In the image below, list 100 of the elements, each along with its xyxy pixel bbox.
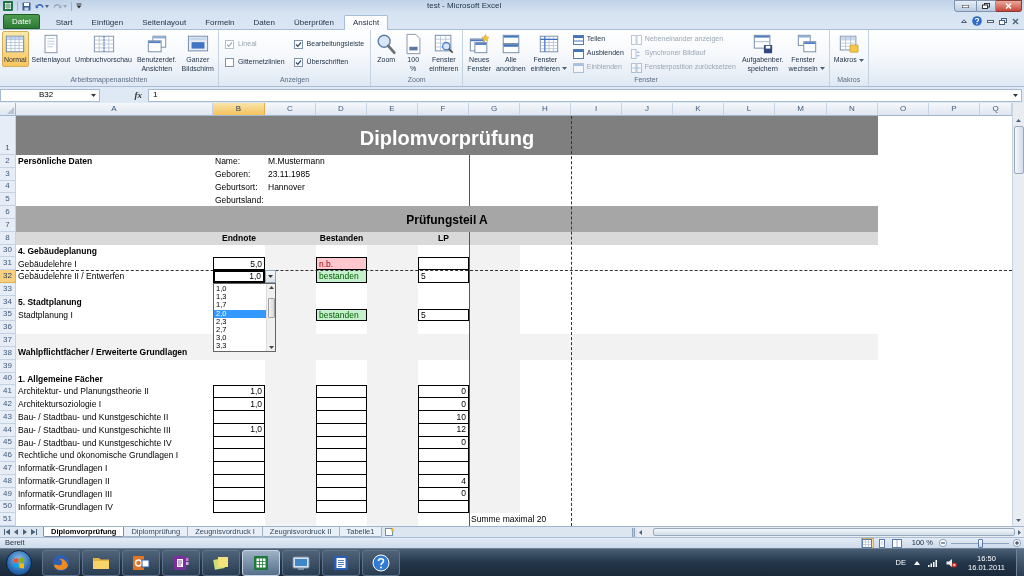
taskbar-button[interactable] bbox=[42, 549, 80, 576]
result-field[interactable] bbox=[316, 385, 367, 399]
caret-down-icon[interactable] bbox=[45, 4, 49, 8]
help-icon[interactable] bbox=[972, 16, 982, 26]
column-header[interactable]: E bbox=[367, 103, 418, 115]
ribbon-tab[interactable]: Daten bbox=[244, 15, 284, 30]
column-header[interactable]: G bbox=[469, 103, 520, 115]
restore-button[interactable] bbox=[977, 0, 996, 12]
points-field[interactable]: 10 bbox=[418, 410, 469, 424]
row-header[interactable]: 51 bbox=[0, 513, 16, 526]
file-tab[interactable]: Datei bbox=[3, 14, 40, 29]
column-header[interactable]: O bbox=[878, 103, 929, 115]
minimize-icon[interactable] bbox=[987, 19, 994, 23]
dropdown-button[interactable] bbox=[265, 270, 276, 283]
points-field[interactable]: 0 bbox=[418, 385, 469, 399]
column-header[interactable]: M bbox=[775, 103, 827, 115]
scroll-thumb[interactable] bbox=[653, 528, 1015, 536]
points-field[interactable] bbox=[418, 500, 469, 514]
points-field[interactable] bbox=[418, 449, 469, 463]
ribbon-tab[interactable]: Einfügen bbox=[82, 15, 133, 30]
column-header[interactable]: L bbox=[724, 103, 775, 115]
result-field[interactable]: bestanden bbox=[316, 308, 367, 322]
signal-bars-icon[interactable] bbox=[928, 558, 938, 567]
taskbar-button[interactable] bbox=[162, 549, 200, 576]
points-field[interactable]: 0 bbox=[418, 487, 469, 501]
points-field[interactable]: 4 bbox=[418, 474, 469, 488]
row-header[interactable]: 47 bbox=[0, 462, 16, 475]
grade-field[interactable]: 5,0 bbox=[213, 257, 265, 271]
taskbar-button[interactable] bbox=[362, 549, 400, 576]
result-field[interactable]: bestanden bbox=[316, 270, 367, 283]
row-header[interactable]: 32 bbox=[0, 270, 16, 283]
points-field[interactable] bbox=[418, 462, 469, 475]
row-header[interactable]: 41 bbox=[0, 385, 16, 399]
grade-field[interactable]: 1,0 bbox=[213, 385, 265, 399]
horizontal-scrollbar[interactable] bbox=[637, 527, 1023, 537]
column-header[interactable]: C bbox=[265, 103, 316, 115]
column-header[interactable]: N bbox=[827, 103, 878, 115]
result-field[interactable]: n.b. bbox=[316, 257, 367, 271]
grade-field[interactable]: 1,0 bbox=[213, 270, 265, 283]
row-header[interactable]: 2 bbox=[0, 155, 16, 168]
row-header[interactable]: 42 bbox=[0, 398, 16, 411]
ribbon-tab[interactable]: Formeln bbox=[196, 15, 244, 30]
new-sheet-icon[interactable] bbox=[385, 527, 396, 536]
undo-icon[interactable] bbox=[35, 1, 44, 11]
start-button[interactable] bbox=[6, 549, 32, 576]
points-field[interactable]: 5 bbox=[418, 270, 469, 283]
column-header[interactable]: J bbox=[622, 103, 673, 115]
column-header[interactable]: F bbox=[418, 103, 469, 115]
caret-left-icon[interactable] bbox=[13, 529, 19, 535]
caret-right-icon[interactable] bbox=[22, 529, 28, 535]
save-icon[interactable] bbox=[22, 1, 31, 11]
taskbar-button[interactable] bbox=[82, 549, 120, 576]
caret-up-icon[interactable] bbox=[914, 560, 920, 565]
row-header[interactable]: 36 bbox=[0, 321, 16, 335]
row-header[interactable]: 1 bbox=[0, 116, 16, 155]
ribbon-tab[interactable]: Start bbox=[46, 15, 82, 30]
column-header[interactable]: P bbox=[929, 103, 980, 115]
show-desktop-button[interactable] bbox=[1016, 549, 1024, 576]
split-handle[interactable] bbox=[632, 527, 635, 537]
row-header[interactable]: 6 bbox=[0, 206, 16, 219]
taskbar-button[interactable] bbox=[322, 549, 360, 576]
row-header[interactable]: 31 bbox=[0, 257, 16, 271]
taskbar-button[interactable] bbox=[202, 549, 240, 576]
ribbon-tab[interactable]: Überprüfen bbox=[284, 15, 343, 30]
column-header[interactable]: D bbox=[316, 103, 367, 115]
column-header[interactable]: H bbox=[520, 103, 571, 115]
taskbar-button[interactable] bbox=[282, 549, 320, 576]
formula-input[interactable]: 1 bbox=[148, 88, 1022, 102]
points-field[interactable]: 5 bbox=[418, 308, 469, 322]
close-button[interactable] bbox=[996, 0, 1022, 12]
row-header[interactable]: 37 bbox=[0, 334, 16, 347]
taskbar-button[interactable] bbox=[122, 549, 160, 576]
minus-icon[interactable] bbox=[939, 539, 947, 547]
list-scrollbar[interactable] bbox=[266, 283, 275, 352]
points-field[interactable]: 12 bbox=[418, 423, 469, 437]
view-button[interactable] bbox=[890, 538, 904, 548]
column-header[interactable]: K bbox=[673, 103, 724, 115]
scroll-thumb[interactable] bbox=[1013, 126, 1024, 174]
skip-right-icon[interactable] bbox=[31, 529, 37, 535]
customize-menu-icon[interactable] bbox=[76, 3, 82, 9]
name-box[interactable]: B32 bbox=[0, 88, 100, 102]
close-icon[interactable] bbox=[1012, 17, 1019, 25]
view-button[interactable] bbox=[860, 538, 874, 548]
points-field[interactable] bbox=[418, 257, 469, 271]
scroll-thumb[interactable] bbox=[267, 297, 275, 318]
row-header[interactable]: 5 bbox=[0, 193, 16, 207]
ribbon-tab[interactable]: Seitenlayout bbox=[133, 15, 196, 30]
column-header[interactable]: I bbox=[571, 103, 622, 115]
restore-icon[interactable] bbox=[999, 17, 1007, 25]
column-header[interactable]: B bbox=[213, 103, 265, 115]
skip-left-icon[interactable] bbox=[4, 529, 10, 535]
ribbon-tab[interactable]: Ansicht bbox=[343, 15, 389, 30]
vertical-scrollbar[interactable] bbox=[1012, 103, 1024, 526]
insert-function-button[interactable]: fx bbox=[132, 89, 144, 101]
points-field[interactable]: 0 bbox=[418, 436, 469, 450]
points-field[interactable]: 0 bbox=[418, 398, 469, 411]
slider-thumb[interactable] bbox=[977, 538, 983, 548]
plus-icon[interactable] bbox=[1013, 539, 1021, 547]
muted-speaker-icon[interactable] bbox=[946, 557, 957, 568]
row-header[interactable]: 46 bbox=[0, 449, 16, 463]
